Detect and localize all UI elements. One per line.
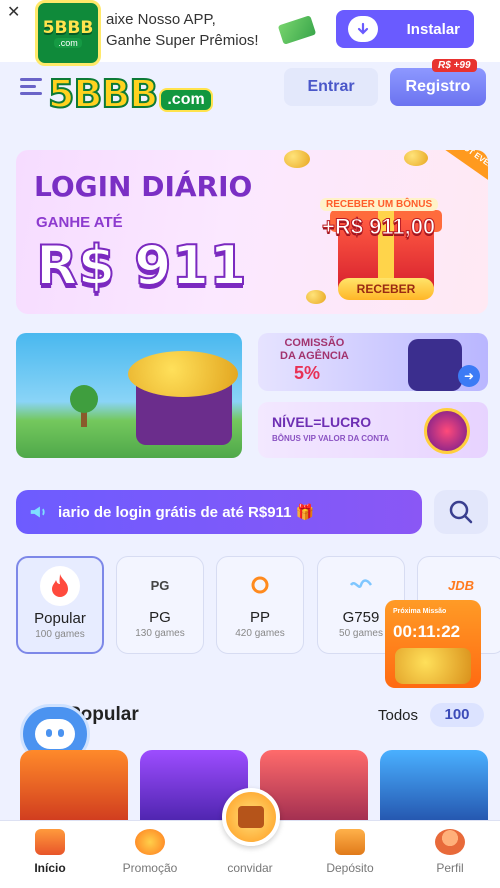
top-header: 5BBB .com Entrar Registro R$ +99 [0, 59, 500, 122]
search-icon [449, 500, 473, 524]
download-line-1: aixe Nosso APP, [106, 11, 216, 28]
hero-amount: R$ 911 [35, 233, 248, 298]
hero-title: LOGIN DIÁRIO [34, 170, 253, 203]
timer-label: Próxima Missão [393, 608, 447, 615]
support-headset-icon [35, 719, 75, 749]
site-logo-text: 5BBB [47, 71, 159, 117]
nav-profile[interactable]: Perfil [410, 829, 490, 875]
home-icon [35, 829, 65, 855]
category-popular[interactable]: Popular 100 games [16, 556, 104, 654]
nav-label: Perfil [436, 861, 464, 875]
nav-deposit[interactable]: Depósito [310, 829, 390, 875]
site-logo[interactable]: 5BBB .com [47, 66, 213, 122]
search-button[interactable] [434, 490, 488, 534]
menu-icon[interactable] [20, 78, 42, 96]
hero-subtitle: GANHE ATÉ [36, 214, 123, 231]
treasure-pile-icon [395, 648, 471, 684]
pp-icon [240, 565, 280, 605]
agency-line-1: COMISSÃO [284, 337, 345, 349]
agency-title: COMISSÃO DA AGÊNCIA [280, 337, 349, 363]
announcement-marquee[interactable]: iario de login grátis de até R$911 🎁 [16, 490, 422, 534]
nav-home[interactable]: Início [10, 829, 90, 875]
gift-caption: RECEBER UM BÔNUS [320, 198, 439, 211]
money-icon [277, 15, 317, 45]
level-subtitle: BÔNUS VIP VALOR DA CONTA [272, 434, 390, 443]
category-count: 130 games [135, 628, 185, 639]
install-button[interactable]: Instalar [336, 10, 474, 48]
site-logo-sub: .com [159, 88, 213, 112]
close-icon[interactable]: ✕ [7, 5, 23, 21]
chest-icon [238, 806, 264, 828]
profile-icon [435, 829, 465, 855]
category-pp[interactable]: PP 420 games [216, 556, 304, 654]
app-logo: 5BBB .com [35, 0, 101, 66]
treasure-chest-banner[interactable] [16, 333, 242, 458]
register-bonus-badge: R$ +99 [432, 59, 477, 72]
announcement-text: iario de login grátis de até R$911 🎁 [58, 504, 315, 521]
invite-chest-button[interactable] [222, 788, 280, 846]
gift-amount: +R$ 911,00 [321, 214, 436, 240]
agency-percent: 5% [294, 363, 321, 383]
app-logo-sub: .com [54, 38, 82, 48]
category-pg[interactable]: PG PG 130 games [116, 556, 204, 654]
daily-login-banner[interactable]: LOGIN DIÁRIO GANHE ATÉ R$ 911 RECEBER UM… [16, 150, 488, 314]
nav-label: convidar [227, 861, 273, 875]
medal-icon [135, 829, 165, 855]
section-count-badge[interactable]: 100 [430, 703, 484, 727]
nav-label: Depósito [326, 861, 374, 875]
download-line-2: Ganhe Super Prêmios! [106, 32, 259, 49]
coin-icon [404, 150, 428, 166]
timer-countdown: 00:11:22 [393, 622, 461, 641]
download-app-bar: ✕ 5BBB .com aixe Nosso APP, Ganhe Super … [0, 0, 500, 66]
category-name: PG [149, 609, 171, 626]
vip-level-banner[interactable]: NÍVEL=LUCRO BÔNUS VIP VALOR DA CONTA [258, 402, 488, 458]
view-all-link[interactable]: Todos [378, 707, 418, 724]
jdb-icon: JDB [447, 577, 474, 593]
nav-label: Promoção [122, 861, 178, 875]
receive-button[interactable]: RECEBER [338, 278, 434, 300]
nav-label: Início [34, 861, 66, 875]
agency-line-2: DA AGÊNCIA [280, 350, 349, 362]
cloud-download-icon [348, 16, 378, 42]
app-logo-text: 5BBB [42, 18, 94, 38]
category-count: 420 games [235, 628, 285, 639]
category-count: 100 games [35, 629, 85, 640]
vip-orb-icon [424, 408, 470, 454]
share-icon: ➜ [458, 365, 480, 387]
category-name: Popular [34, 610, 86, 627]
category-name: PP [249, 609, 270, 626]
tree-icon [70, 385, 98, 413]
agent-character-icon [408, 339, 462, 391]
gift-box-illustration: RECEBER UM BÔNUS +R$ 911,00 RECEBER [316, 170, 456, 300]
gold-coins-icon [128, 351, 238, 397]
agency-commission-banner[interactable]: COMISSÃO DA AGÊNCIA 5% ➜ [258, 333, 488, 391]
download-promo-text: aixe Nosso APP, Ganhe Super Prêmios! [106, 9, 259, 51]
coin-icon [284, 150, 310, 168]
pg-icon: PG [150, 577, 170, 593]
level-title: NÍVEL=LUCRO [272, 414, 372, 430]
megaphone-icon [30, 506, 45, 518]
wallet-icon [335, 829, 365, 855]
nav-promotion[interactable]: Promoção [110, 829, 190, 875]
register-button[interactable]: Registro [390, 68, 486, 106]
fire-icon [40, 566, 80, 606]
login-button[interactable]: Entrar [284, 68, 378, 106]
mission-timer-widget[interactable]: Próxima Missão 00:11:22 [385, 600, 481, 688]
g759-icon [341, 565, 381, 605]
install-label: Instalar [406, 20, 460, 38]
